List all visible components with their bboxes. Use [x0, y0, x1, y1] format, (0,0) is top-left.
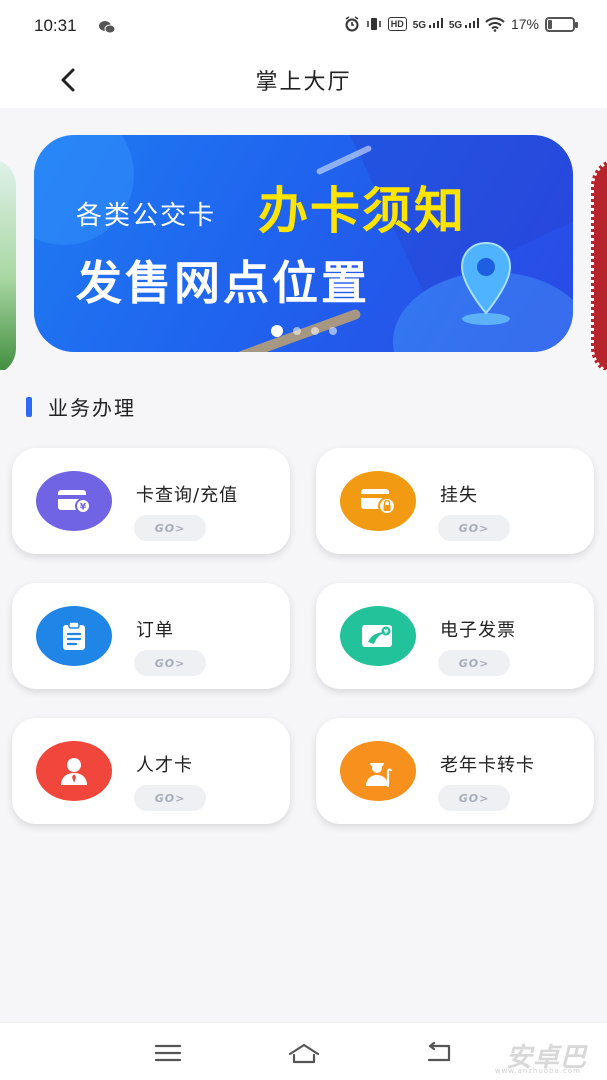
watermark-url: www.anzhuoba.com: [494, 1067, 581, 1075]
section-accent-bar: [26, 396, 32, 417]
clipboard-icon: [63, 621, 85, 650]
wechat-icon: [99, 21, 116, 34]
person-icon: [61, 758, 87, 785]
carousel-dot[interactable]: [270, 325, 283, 337]
banner-subtitle: 各类公交卡: [76, 201, 217, 231]
carousel-dot[interactable]: [292, 327, 301, 335]
section-heading: 业务办理: [26, 392, 136, 421]
alarm-icon: [345, 16, 359, 32]
service-label: 人才卡: [136, 755, 193, 776]
signal-5g-1: 5G: [412, 17, 443, 31]
status-bar: 10:31 HD 5G 5G 17%: [0, 0, 607, 52]
go-button[interactable]: GO>: [438, 515, 510, 541]
signal-5g-2: 5G: [448, 17, 479, 31]
card-yen-icon: ¥: [58, 490, 91, 514]
service-icon-bg: ¥: [36, 471, 112, 531]
service-icon-bg: [36, 741, 112, 801]
battery-icon: [545, 16, 578, 32]
go-button[interactable]: GO>: [438, 650, 510, 676]
service-label: 老年卡转卡: [440, 755, 535, 776]
service-icon-bg: ¥: [340, 606, 416, 666]
system-nav-bar: 安卓巴 www.anzhuoba.com: [0, 1022, 607, 1080]
status-time: 10:31: [34, 16, 77, 35]
service-card-report-loss[interactable]: 挂失 GO>: [316, 448, 594, 554]
back-nav-button[interactable]: [418, 1039, 458, 1067]
service-icon-bg: [36, 606, 112, 666]
menu-icon: [154, 1044, 182, 1062]
carousel-dot[interactable]: [328, 327, 337, 335]
go-button[interactable]: GO>: [134, 515, 206, 541]
battery-fill: [548, 19, 553, 29]
recent-apps-button[interactable]: [148, 1039, 188, 1067]
go-button[interactable]: GO>: [438, 785, 510, 811]
card-lock-icon: [361, 489, 396, 515]
banner-next-peek[interactable]: [591, 158, 607, 370]
service-label: 卡查询/充值: [136, 485, 239, 506]
location-pin-icon: [460, 241, 512, 325]
invoice-icon: ¥: [362, 625, 392, 647]
vibrate-icon: [366, 18, 381, 30]
carousel-dot[interactable]: [310, 327, 319, 335]
service-icon-bg: [340, 471, 416, 531]
header: 掌上大厅: [0, 52, 607, 108]
go-button[interactable]: GO>: [134, 785, 206, 811]
service-label: 订单: [136, 620, 174, 641]
service-label: 挂失: [440, 485, 478, 506]
back-icon: [427, 1042, 451, 1062]
service-icon-bg: [340, 741, 416, 801]
banner-carousel[interactable]: 各类公交卡 办卡须知 发售网点位置: [0, 108, 607, 370]
service-card-card-query[interactable]: ¥ 卡查询/充值 GO>: [12, 448, 290, 554]
go-button[interactable]: GO>: [134, 650, 206, 676]
battery-percent: 17%: [510, 16, 539, 32]
banner-slide[interactable]: 各类公交卡 办卡须知 发售网点位置: [34, 135, 573, 352]
signal-icon: [428, 17, 443, 28]
net1-label: 5G: [412, 19, 427, 31]
home-icon: [288, 1043, 320, 1064]
service-card-orders[interactable]: 订单 GO>: [12, 583, 290, 689]
carousel-dots: [34, 325, 573, 337]
service-card-talent-card[interactable]: 人才卡 GO>: [12, 718, 290, 824]
hd-badge: HD: [387, 17, 407, 31]
signal-icon: [464, 17, 479, 28]
elder-icon: [366, 763, 392, 787]
page-title: 掌上大厅: [255, 70, 352, 95]
svg-text:¥: ¥: [80, 503, 87, 513]
home-button[interactable]: [284, 1039, 324, 1067]
service-card-e-invoice[interactable]: ¥ 电子发票 GO>: [316, 583, 594, 689]
banner-prev-peek[interactable]: [0, 158, 16, 370]
section-title: 业务办理: [48, 396, 136, 420]
svg-text:¥: ¥: [384, 628, 389, 636]
banner-headline: 办卡须知: [258, 182, 466, 240]
status-indicators: HD 5G 5G 17%: [344, 16, 578, 32]
wifi-icon: [485, 16, 505, 32]
service-label: 电子发票: [440, 620, 516, 641]
net2-label: 5G: [448, 19, 463, 31]
service-card-senior-card[interactable]: 老年卡转卡 GO>: [316, 718, 594, 824]
banner-title: 发售网点位置: [76, 256, 370, 310]
